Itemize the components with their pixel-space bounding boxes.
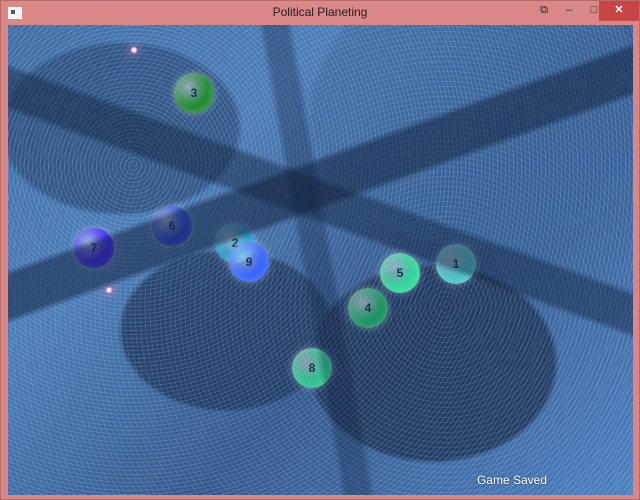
star-icon [105,286,113,294]
planet-7[interactable]: 7 [74,228,114,268]
planet-2[interactable]: 2 [215,223,255,263]
planet-label: 1 [452,257,460,271]
planet-label: 3 [190,86,198,100]
planet-label: 2 [231,236,239,250]
status-message: Game Saved [476,473,547,487]
planet-1[interactable]: 1 [436,244,476,284]
planet-4[interactable]: 4 [348,288,388,328]
restore-button[interactable]: ⧉ [532,1,556,21]
planet-label: 8 [308,361,316,375]
planet-label: 6 [168,219,176,233]
planet-label: 4 [364,301,372,315]
close-button[interactable]: ✕ [599,1,639,21]
planet-5[interactable]: 5 [380,253,420,293]
planet-label: 5 [396,266,404,280]
star-icon [130,46,138,54]
planet-9[interactable]: 9 [229,242,269,282]
title-bar[interactable]: Political Planeting ⧉ – □ ✕ [1,1,639,25]
minimize-button[interactable]: – [557,1,581,21]
planet-8[interactable]: 8 [292,348,332,388]
planet-6[interactable]: 6 [152,206,192,246]
planet-label: 9 [245,255,253,269]
game-window: Political Planeting ⧉ – □ ✕ 3 6 7 2 9 5 … [0,0,640,500]
game-canvas[interactable]: 3 6 7 2 9 5 1 4 8 Game Saved [8,25,633,495]
planet-3[interactable]: 3 [174,73,214,113]
planet-label: 7 [90,241,98,255]
